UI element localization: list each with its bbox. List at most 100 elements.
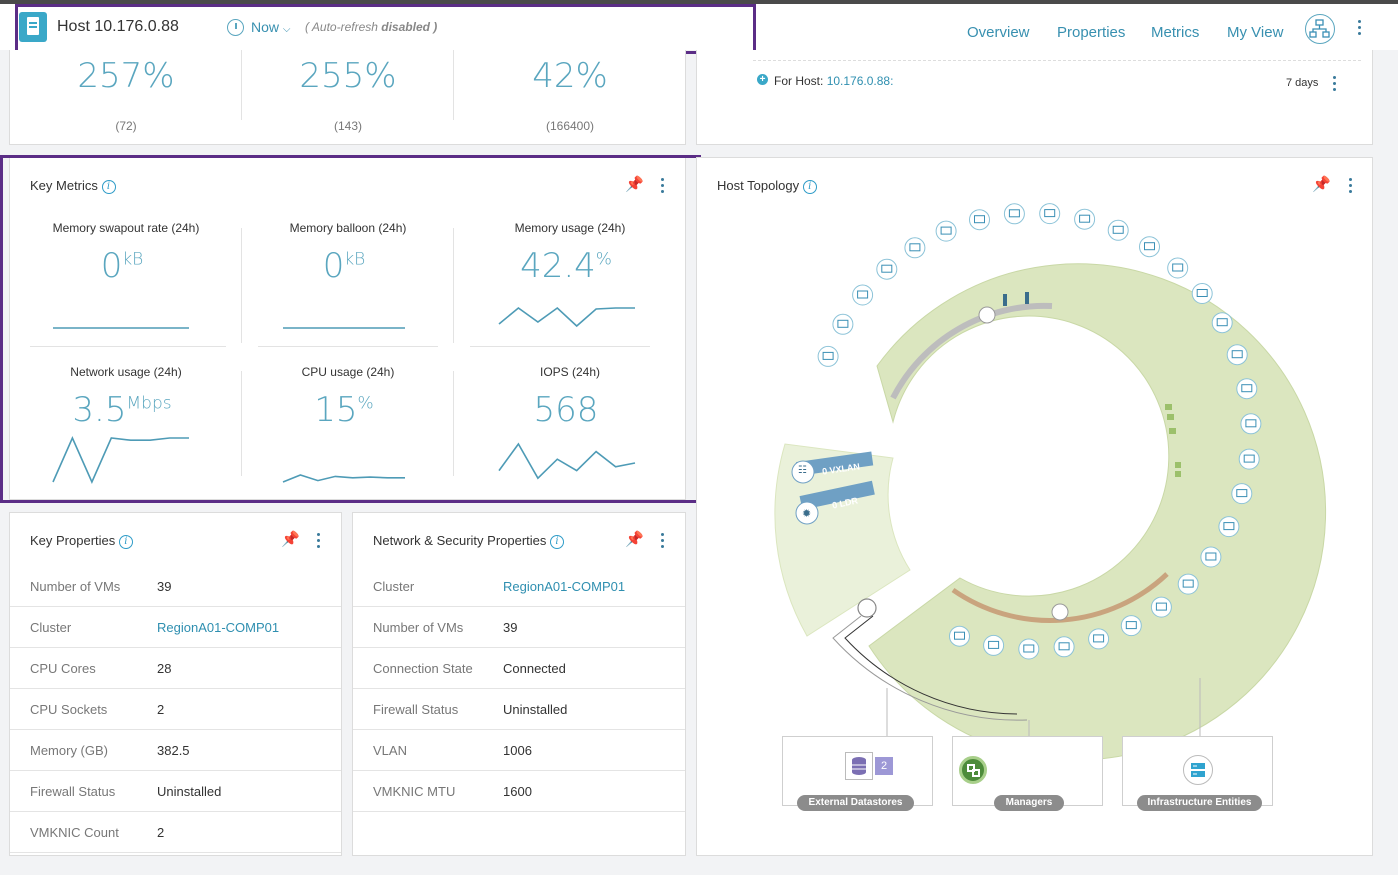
stat-count-3: (166400) bbox=[545, 119, 595, 133]
vm-node-icon bbox=[1088, 628, 1110, 650]
for-host-line: For Host: 10.176.0.88: bbox=[774, 74, 893, 88]
property-row: Number of VMs 39 bbox=[10, 566, 341, 607]
vm-node-icon bbox=[1231, 483, 1253, 505]
vm-node-icon bbox=[1018, 638, 1040, 660]
property-key: Memory (GB) bbox=[30, 743, 108, 758]
property-key: VMKNIC MTU bbox=[373, 784, 456, 799]
vm-node-icon bbox=[1150, 596, 1172, 618]
vm-node-icon bbox=[1053, 636, 1075, 658]
time-range[interactable]: 7 days bbox=[1286, 77, 1318, 89]
vm-node-icon bbox=[852, 284, 874, 306]
vm-node-icon bbox=[1236, 378, 1258, 400]
vm-node-icon bbox=[1120, 615, 1142, 637]
host-link[interactable]: 10.176.0.88: bbox=[827, 74, 894, 88]
key-properties-more-icon[interactable] bbox=[315, 533, 321, 551]
stat-value-2: 255% bbox=[299, 56, 397, 96]
marker bbox=[1003, 294, 1007, 306]
property-link[interactable]: RegionA01-COMP01 bbox=[503, 579, 625, 594]
header-highlight bbox=[15, 4, 756, 54]
pin-icon[interactable]: 📌 bbox=[281, 530, 300, 548]
vm-node-icon bbox=[1074, 208, 1096, 230]
property-key: Cluster bbox=[30, 620, 72, 635]
property-value: 28 bbox=[157, 661, 172, 676]
info-icon[interactable]: i bbox=[118, 534, 133, 549]
pin-icon[interactable]: 📌 bbox=[625, 530, 644, 548]
property-row: Firewall Status Uninstalled bbox=[10, 771, 341, 812]
vm-node-icon bbox=[1200, 546, 1222, 568]
vm-node-icon bbox=[983, 634, 1005, 656]
property-row: VMKNIC MTU 1600 bbox=[353, 771, 685, 812]
vm-node-icon bbox=[1191, 283, 1213, 304]
network-properties-panel: Network & Security Properties i 📌 Cluste… bbox=[352, 512, 686, 856]
vm-node-icon bbox=[969, 209, 990, 231]
tab-metrics[interactable]: Metrics bbox=[1151, 24, 1199, 41]
key-properties-panel: Key Properties i 📌 Number of VMs 39 Cluste… bbox=[9, 512, 342, 856]
property-row: Connection State Connected bbox=[353, 648, 685, 689]
tab-properties[interactable]: Properties bbox=[1057, 24, 1125, 41]
stat-count-1: (72) bbox=[115, 119, 137, 133]
header-more-icon[interactable] bbox=[1356, 20, 1362, 38]
switch-node bbox=[1051, 603, 1069, 621]
vm-node-icon bbox=[832, 313, 854, 335]
property-row: Cluster RegionA01-COMP01 bbox=[353, 566, 685, 607]
vm-node-icon bbox=[876, 258, 898, 280]
property-key: Connection State bbox=[373, 661, 473, 676]
key-metrics-highlight bbox=[0, 155, 701, 503]
topology-icon[interactable] bbox=[1305, 14, 1335, 44]
property-value: 382.5 bbox=[157, 743, 190, 758]
vm-node-icon bbox=[1177, 573, 1199, 595]
zoom-in-icon[interactable]: + bbox=[757, 74, 768, 85]
vm-node-icon bbox=[1003, 203, 1025, 225]
tab-overview[interactable]: Overview bbox=[967, 24, 1030, 41]
vm-ring-segment bbox=[868, 263, 1327, 761]
vm-node-icon bbox=[1211, 312, 1233, 334]
property-value: 2 bbox=[157, 702, 165, 717]
infrastructure-icon bbox=[1183, 755, 1213, 785]
host-topology-panel: Host Topology i 📌 0 VXLAN 0 LDR ☷ ✹ 2 Ex… bbox=[696, 157, 1373, 856]
property-row: CPU Cores 28 bbox=[10, 648, 341, 689]
vm-node-icon bbox=[935, 220, 957, 242]
property-key: CPU Sockets bbox=[30, 702, 108, 717]
property-key: Cluster bbox=[373, 579, 415, 594]
switch-node bbox=[978, 306, 996, 324]
divider bbox=[453, 50, 454, 120]
marker bbox=[1167, 414, 1174, 420]
vxlan-icon: ☷ bbox=[798, 465, 807, 476]
stats-panel: 257% (72) 255% (143) 42% (166400) bbox=[9, 50, 686, 145]
vm-node-icon bbox=[1107, 219, 1129, 241]
property-key: Number of VMs bbox=[30, 579, 121, 594]
property-value: 1600 bbox=[503, 784, 532, 799]
property-key: Firewall Status bbox=[30, 784, 116, 799]
key-properties-title: Key Properties i bbox=[30, 533, 133, 549]
property-row: Firewall Status Uninstalled bbox=[353, 689, 685, 730]
vm-node-icon bbox=[1226, 344, 1248, 366]
property-value: Uninstalled bbox=[157, 784, 222, 799]
vm-node-icon bbox=[904, 237, 926, 259]
alerts-panel: + For Host: 10.176.0.88: 7 days bbox=[696, 50, 1373, 145]
network-properties-title: Network & Security Properties i bbox=[373, 533, 565, 549]
external-datastores-label[interactable]: External Datastores bbox=[797, 795, 914, 811]
vm-node-icon bbox=[1039, 203, 1061, 225]
vm-node-icon bbox=[1139, 236, 1160, 258]
vm-node-icon bbox=[1240, 413, 1262, 435]
stat-value-3: 42% bbox=[532, 56, 608, 96]
datastore-count-badge: 2 bbox=[875, 757, 893, 775]
for-host-label: For Host: bbox=[774, 74, 824, 88]
datastore-icon bbox=[845, 752, 873, 780]
network-properties-more-icon[interactable] bbox=[659, 533, 665, 551]
divider bbox=[753, 60, 1361, 61]
tab-my-view[interactable]: My View bbox=[1227, 24, 1283, 41]
infrastructure-entities-label[interactable]: Infrastructure Entities bbox=[1137, 795, 1262, 811]
property-row: VMKNIC Count 2 bbox=[10, 812, 341, 853]
ldr-icon: ✹ bbox=[802, 508, 812, 520]
vm-node-icon bbox=[949, 625, 970, 647]
managers-label[interactable]: Managers bbox=[994, 795, 1064, 811]
vm-node-icon bbox=[1167, 257, 1189, 279]
info-icon[interactable]: i bbox=[550, 534, 565, 549]
property-row: Cluster RegionA01-COMP01 bbox=[10, 607, 341, 648]
handle-circle bbox=[857, 598, 877, 618]
property-value: Uninstalled bbox=[503, 702, 568, 717]
property-key: Number of VMs bbox=[373, 620, 464, 635]
alerts-more-icon[interactable] bbox=[1331, 76, 1337, 94]
property-link[interactable]: RegionA01-COMP01 bbox=[157, 620, 279, 635]
